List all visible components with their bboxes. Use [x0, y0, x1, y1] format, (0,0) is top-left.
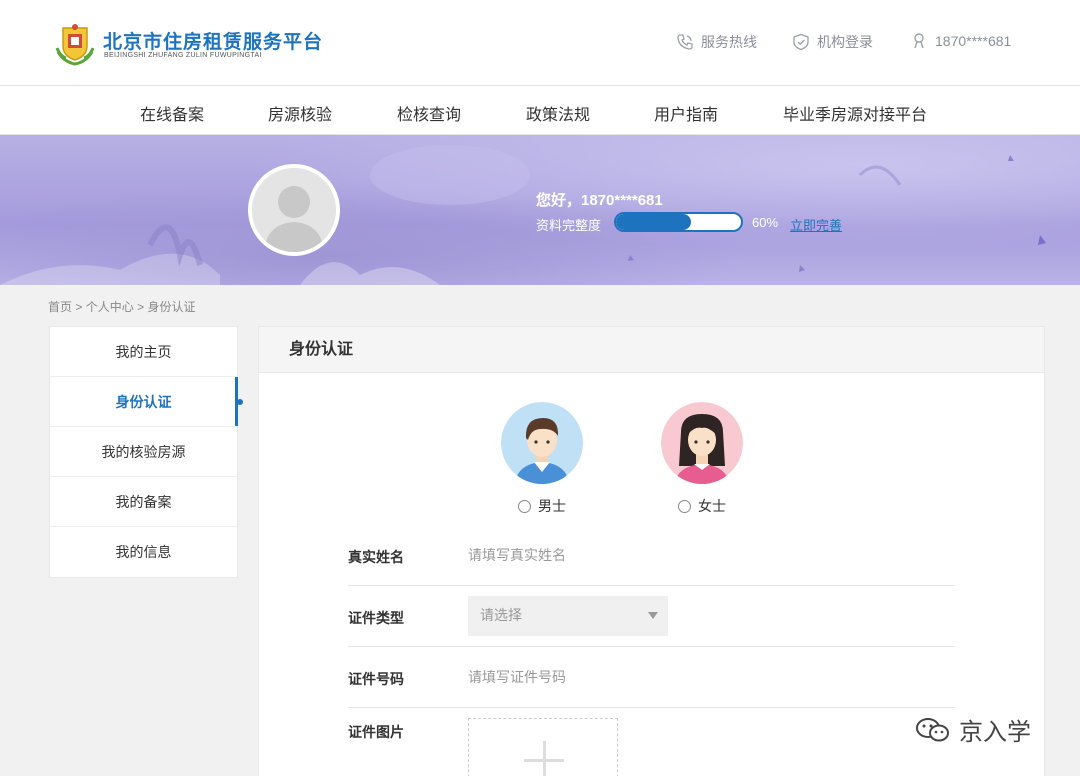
id-number-row: 证件号码: [348, 647, 955, 708]
id-type-select[interactable]: 请选择: [468, 596, 668, 636]
id-type-label: 证件类型: [348, 610, 404, 626]
nav-online-filing[interactable]: 在线备案: [140, 101, 204, 125]
wechat-icon: [916, 717, 949, 741]
breadcrumb: 首页 > 个人中心 > 身份认证: [48, 298, 195, 315]
id-type-selected-value: 请选择: [480, 607, 522, 623]
nav-policy-regulations[interactable]: 政策法规: [526, 101, 590, 125]
identity-verification-panel: 身份认证 男士 女士 真实姓名 请填写真实姓名 证件类型 请选择 证件号码 请填…: [258, 326, 1045, 776]
id-image-label: 证件图片: [348, 724, 404, 740]
sidebar-item-identity-verification[interactable]: 身份认证: [50, 377, 243, 427]
top-header: 北京市住房租赁服务平台 BEIJINGSHI ZHUFANG ZULIN FUW…: [0, 0, 1080, 86]
nav-listing-verification[interactable]: 房源核验: [268, 101, 332, 125]
complete-profile-link[interactable]: 立即完善: [790, 215, 842, 234]
sidebar-item-verified-listings[interactable]: 我的核验房源: [50, 427, 237, 477]
user-account-link[interactable]: 1870****681: [910, 32, 1011, 50]
greeting-text: 您好，1870****681: [536, 192, 663, 209]
profile-avatar[interactable]: [248, 164, 340, 256]
gender-female-option[interactable]: 女士: [661, 402, 743, 516]
site-title: 北京市住房租赁服务平台: [103, 32, 324, 53]
hotline-label: 服务热线: [701, 34, 757, 50]
real-name-label: 真实姓名: [348, 549, 404, 565]
wechat-watermark: 京入学: [915, 712, 1031, 747]
logo-emblem-icon: [55, 24, 95, 66]
female-label: 女士: [698, 498, 726, 514]
nav-graduate-housing-platform[interactable]: 毕业季房源对接平台: [783, 101, 927, 125]
sidebar-item-my-info[interactable]: 我的信息: [50, 527, 237, 577]
org-login-label: 机构登录: [817, 34, 873, 50]
caret-down-icon: [648, 612, 658, 619]
id-type-row: 证件类型 请选择: [348, 586, 955, 647]
site-subtitle: BEIJINGSHI ZHUFANG ZULIN FUWUPINGTAI: [104, 52, 262, 59]
female-avatar-icon: [661, 402, 743, 484]
sidebar-menu: 我的主页 身份认证 我的核验房源 我的备案 我的信息: [49, 326, 243, 578]
gender-male-option[interactable]: 男士: [501, 402, 583, 516]
breadcrumb-separator: >: [75, 300, 83, 314]
completeness-label: 资料完整度: [536, 218, 602, 233]
phone-icon: [677, 34, 693, 50]
breadcrumb-home[interactable]: 首页: [48, 300, 72, 314]
panel-title: 身份认证: [259, 327, 1044, 373]
default-avatar-icon: [252, 168, 336, 252]
id-number-input[interactable]: [468, 666, 768, 688]
main-nav: 在线备案 房源核验 检核查询 政策法规 用户指南 毕业季房源对接平台: [0, 86, 1080, 135]
id-number-label: 证件号码: [348, 671, 404, 687]
real-name-row: 真实姓名: [348, 525, 955, 586]
real-name-input[interactable]: [468, 544, 768, 566]
breadcrumb-current: 身份认证: [147, 300, 196, 314]
completeness-progress-bar: [614, 212, 743, 232]
sidebar-item-home[interactable]: 我的主页: [50, 327, 237, 377]
sidebar-item-filings[interactable]: 我的备案: [50, 477, 237, 527]
hotline-link[interactable]: 服务热线: [676, 32, 757, 52]
breadcrumb-separator: >: [137, 300, 145, 314]
id-image-row: 证件图片: [348, 708, 955, 776]
id-image-upload[interactable]: [468, 718, 618, 776]
org-login-link[interactable]: 机构登录: [792, 32, 873, 52]
nav-user-guide[interactable]: 用户指南: [654, 101, 718, 125]
banner-ink-texture: [0, 145, 1046, 285]
male-label: 男士: [538, 498, 566, 514]
shield-icon: [793, 33, 809, 51]
profile-banner: [0, 135, 1080, 285]
user-icon: [914, 33, 924, 49]
user-phone: 1870****681: [935, 33, 1012, 49]
male-avatar-icon: [501, 402, 583, 484]
nav-verification-query[interactable]: 检核查询: [397, 101, 461, 125]
breadcrumb-personal-center[interactable]: 个人中心: [86, 300, 134, 314]
completeness-progress-fill: [616, 214, 691, 230]
male-radio[interactable]: [518, 499, 531, 513]
completeness-percent: 60%: [752, 215, 779, 230]
plus-icon-vertical: [543, 741, 546, 776]
watermark-text: 京入学: [959, 719, 1031, 746]
female-radio[interactable]: [678, 499, 691, 513]
